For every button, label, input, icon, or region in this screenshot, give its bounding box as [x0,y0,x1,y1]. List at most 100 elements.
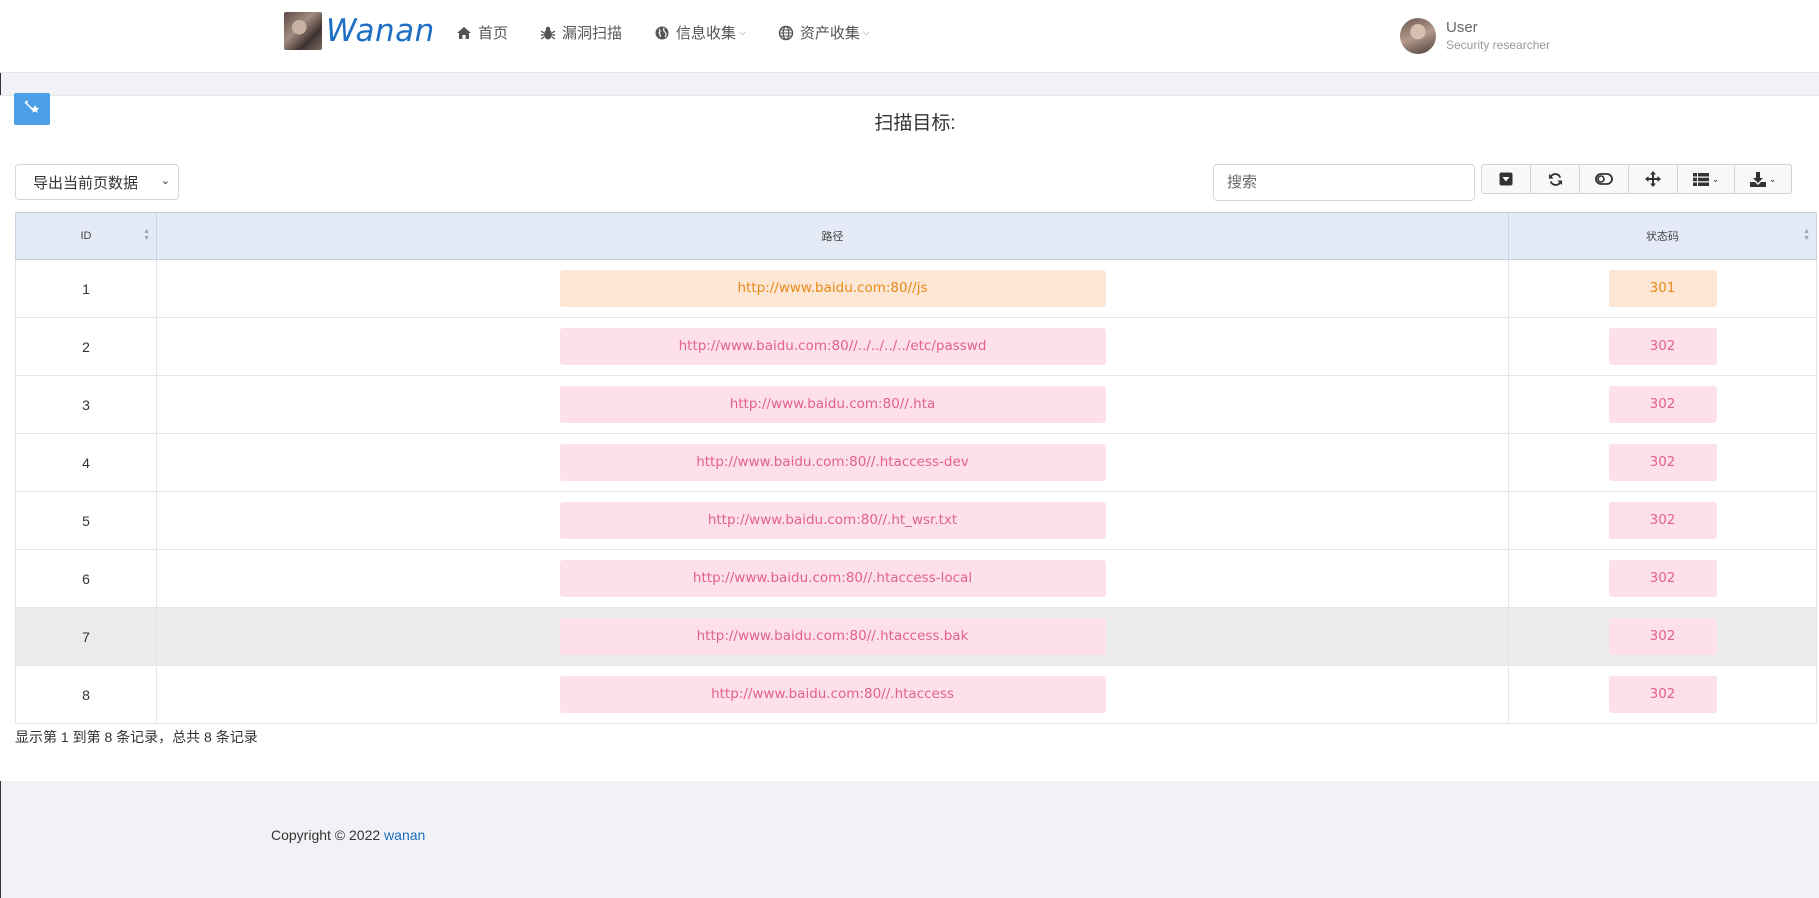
nav-info-collect[interactable]: 信息收集 ⌵ [654,22,746,43]
cell-path: http://www.baidu.com:80//js [156,259,1509,318]
path-badge[interactable]: http://www.baidu.com:80//.htaccess [559,676,1106,713]
table-toolbar: ⌄ ⌄ [1481,164,1792,194]
cell-path: http://www.baidu.com:80//../../../../etc… [156,317,1509,376]
chevron-down-icon: ⌵ [862,27,870,37]
path-badge[interactable]: http://www.baidu.com:80//.ht_wsr.txt [559,502,1106,539]
brand-logo [284,12,322,50]
status-badge: 302 [1608,328,1717,365]
column-header-path: 路径 [156,212,1509,260]
cell-status: 302 [1508,549,1817,608]
cell-id: 1 [15,259,157,318]
column-header-status[interactable]: 状态码 ▲ ▼ [1508,212,1817,260]
status-badge: 302 [1608,386,1717,423]
refresh-icon [1548,172,1562,186]
table-row[interactable]: 1 http://www.baidu.com:80//js 301 [15,259,1817,318]
footer: Copyright © 2022 wanan [271,827,425,843]
nav-home-label: 首页 [478,25,509,42]
export-select-value: 导出当前页数据 [33,174,139,192]
chevron-down-icon: ⌵ [739,27,746,37]
cell-status: 302 [1508,665,1817,724]
list-icon [1692,172,1709,186]
results-table: ID ▲ ▼ 路径 状态码 ▲ ▼ 1 http://www.baidu.com:8… [15,212,1817,724]
table-row[interactable]: 8 http://www.baidu.com:80//.htaccess 302 [15,665,1817,724]
globe-grid-icon [778,25,794,40]
status-badge: 302 [1608,676,1717,713]
cell-status: 302 [1508,491,1817,550]
chevron-down-icon: ⌄ [1768,173,1777,184]
export-select[interactable]: 导出当前页数据 ⌄ [15,164,179,200]
nav-info-collect-label: 信息收集 [676,25,737,42]
path-badge[interactable]: http://www.baidu.com:80//js [559,270,1106,307]
nav-asset-collect-label: 资产收集 [799,25,860,42]
cell-path: http://www.baidu.com:80//.hta [156,375,1509,434]
cell-status: 302 [1508,375,1817,434]
cell-status: 302 [1508,607,1817,666]
cell-id: 7 [15,607,157,666]
cell-id: 3 [15,375,157,434]
table-row[interactable]: 7 http://www.baidu.com:80//.htaccess.bak… [15,607,1817,666]
cell-status: 302 [1508,317,1817,376]
status-badge: 302 [1608,444,1717,481]
chevron-down-icon: ⌄ [1711,173,1720,184]
download-icon [1749,171,1766,187]
path-badge[interactable]: http://www.baidu.com:80//.htaccess.bak [559,618,1106,655]
cell-id: 4 [15,433,157,492]
avatar [1400,18,1436,54]
table-row[interactable]: 5 http://www.baidu.com:80//.ht_wsr.txt 3… [15,491,1817,550]
toggle-pagination-button[interactable] [1481,164,1531,194]
table-row[interactable]: 3 http://www.baidu.com:80//.hta 302 [15,375,1817,434]
table-row[interactable]: 4 http://www.baidu.com:80//.htaccess-dev… [15,433,1817,492]
cell-path: http://www.baidu.com:80//.htaccess [156,665,1509,724]
path-badge[interactable]: http://www.baidu.com:80//.htaccess-dev [559,444,1106,481]
top-navbar: Wanan 首页 漏洞扫描 信息收集 ⌵ 资产收集 ⌵ User Securit… [0,0,1819,73]
refresh-button[interactable] [1530,164,1580,194]
status-badge: 302 [1608,502,1717,539]
table-header-row: ID ▲ ▼ 路径 状态码 ▲ ▼ [15,212,1817,260]
path-badge[interactable]: http://www.baidu.com:80//.htaccess-local [559,560,1106,597]
user-menu[interactable]: User Security researcher [1400,18,1550,54]
pagination-info: 显示第 1 到第 8 条记录，总共 8 条记录 [15,729,258,745]
bug-icon [540,26,556,40]
page-title: 扫描目标: [874,113,956,134]
fullscreen-button[interactable] [1628,164,1678,194]
nav-home[interactable]: 首页 [456,22,508,43]
user-role: Security researcher [1446,38,1551,52]
footer-copyright: Copyright © 2022 [271,827,385,843]
nav-asset-collect[interactable]: 资产收集 ⌵ [778,22,870,43]
export-button[interactable]: ⌄ [1734,164,1792,194]
column-header-path-label: 路径 [821,231,844,243]
cell-id: 6 [15,549,157,608]
status-badge: 302 [1608,618,1717,655]
nav-vuln-scan[interactable]: 漏洞扫描 [540,22,622,43]
cell-status: 302 [1508,433,1817,492]
caret-square-down-icon [1499,172,1513,186]
cell-path: http://www.baidu.com:80//.htaccess-local [156,549,1509,608]
column-header-status-label: 状态码 [1646,231,1679,243]
footer-link[interactable]: wanan [384,827,425,843]
table-row[interactable]: 2 http://www.baidu.com:80//../../../../e… [15,317,1817,376]
arrows-move-icon [1645,171,1661,187]
cell-path: http://www.baidu.com:80//.htaccess-dev [156,433,1509,492]
columns-button[interactable]: ⌄ [1677,164,1735,194]
toggle-icon [1595,173,1613,185]
home-icon [457,26,471,39]
column-header-id-label: ID [80,230,92,242]
sort-icon: ▲ ▼ [1803,228,1810,242]
column-header-id[interactable]: ID ▲ ▼ [15,212,157,260]
table-row[interactable]: 6 http://www.baidu.com:80//.htaccess-loc… [15,549,1817,608]
sort-icon: ▲ ▼ [143,228,150,242]
brand[interactable]: Wanan [284,12,435,50]
cell-id: 5 [15,491,157,550]
main-nav: 首页 漏洞扫描 信息收集 ⌵ 资产收集 ⌵ [456,22,902,43]
path-badge[interactable]: http://www.baidu.com:80//../../../../etc… [559,328,1106,365]
cell-status: 301 [1508,259,1817,318]
toggle-view-button[interactable] [1579,164,1629,194]
globe-icon [655,26,669,39]
cell-id: 2 [15,317,157,376]
path-badge[interactable]: http://www.baidu.com:80//.hta [559,386,1106,423]
cell-path: http://www.baidu.com:80//.htaccess.bak [156,607,1509,666]
user-name: User [1446,19,1478,36]
brand-name: Wanan [326,13,435,49]
search-input[interactable] [1213,164,1475,201]
cell-path: http://www.baidu.com:80//.ht_wsr.txt [156,491,1509,550]
